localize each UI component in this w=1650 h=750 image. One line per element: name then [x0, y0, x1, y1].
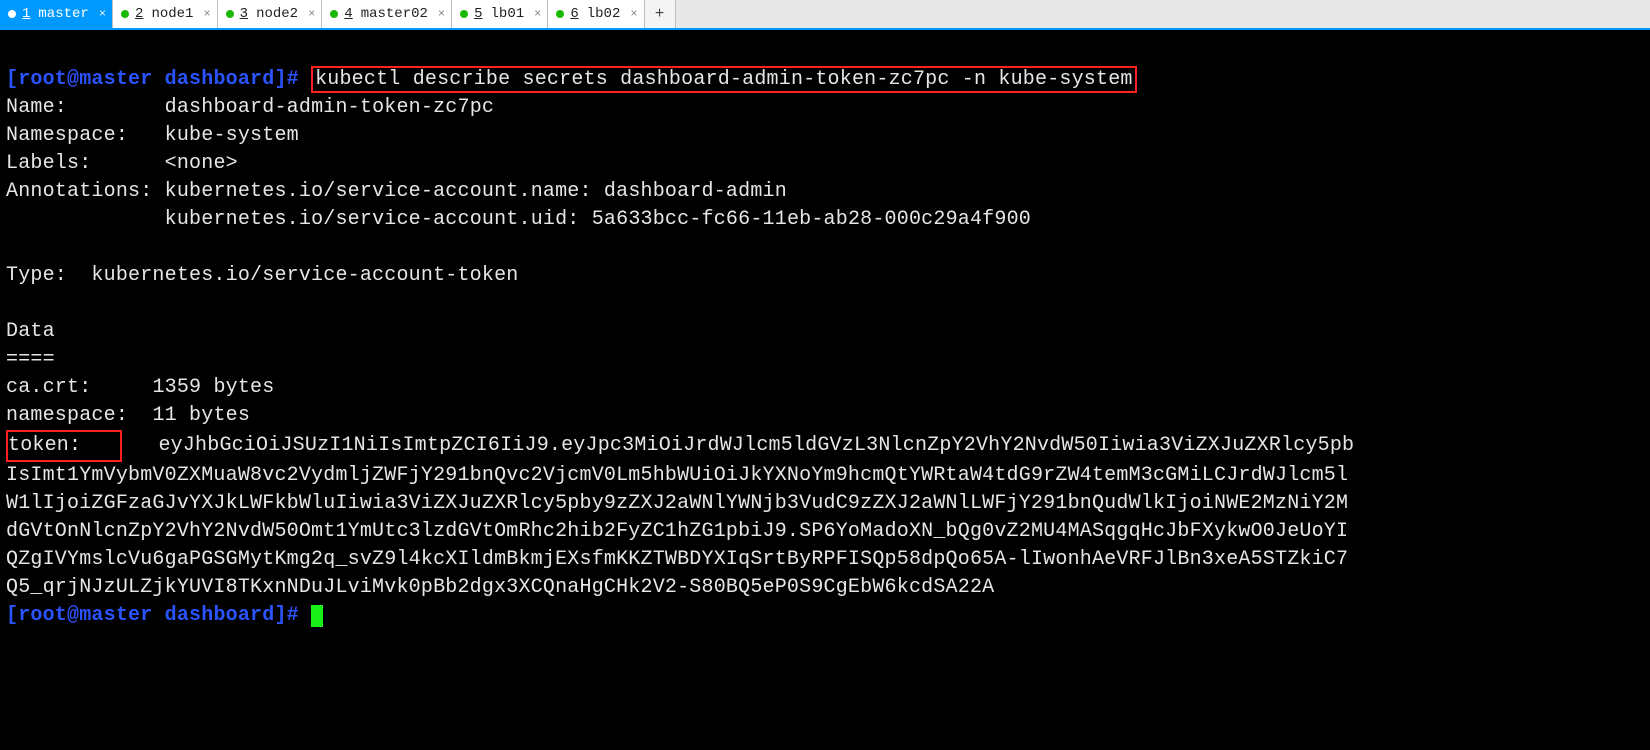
close-icon[interactable]: ×	[438, 7, 445, 21]
status-dot-icon	[8, 10, 16, 18]
status-dot-icon	[226, 10, 234, 18]
tab-node2[interactable]: 3 node2 ×	[218, 0, 323, 28]
add-tab-button[interactable]: +	[645, 0, 676, 28]
close-icon[interactable]: ×	[534, 7, 541, 21]
prompt-close: ]	[274, 68, 286, 91]
output-namespace-label: Namespace:	[6, 124, 165, 147]
status-dot-icon	[330, 10, 338, 18]
output-name-value: dashboard-admin-token-zc7pc	[165, 96, 494, 119]
tab-master[interactable]: 1 master ×	[0, 0, 113, 28]
tab-lb02[interactable]: 6 lb02 ×	[548, 0, 644, 28]
prompt-user-host: root@master	[18, 68, 152, 91]
output-data-bar: ====	[6, 348, 55, 371]
highlight-token: token:	[6, 430, 122, 462]
output-token-label: token:	[8, 434, 118, 457]
tab-label: node2	[256, 6, 298, 22]
output-namespace-value: kube-system	[165, 124, 299, 147]
close-icon[interactable]: ×	[203, 7, 210, 21]
output-data-header: Data	[6, 320, 55, 343]
output-name-label: Name:	[6, 96, 165, 119]
tab-label: lb02	[587, 6, 621, 22]
output-token-line: Q5_qrjNJzULZjkYUVI8TKxnNDuJLviMvk0pBb2dg…	[6, 576, 994, 599]
tab-bar: 1 master × 2 node1 × 3 node2 × 4 master0…	[0, 0, 1650, 30]
highlight-command: kubectl describe secrets dashboard-admin…	[311, 66, 1137, 93]
output-token-line: eyJhbGciOiJSUzI1NiIsImtpZCI6IiJ9.eyJpc3M…	[158, 434, 1354, 457]
command-text: kubectl describe secrets dashboard-admin…	[315, 68, 1133, 91]
prompt-open: [	[6, 68, 18, 91]
tab-master02[interactable]: 4 master02 ×	[322, 0, 452, 28]
terminal[interactable]: [root@master dashboard]# kubectl describ…	[0, 30, 1650, 638]
output-namespace-bytes-label: namespace:	[6, 404, 152, 427]
close-icon[interactable]: ×	[308, 7, 315, 21]
output-token-line: dGVtOnNlcnZpY2VhY2NvdW50Omt1YmUtc3lzdGVt…	[6, 520, 1348, 543]
tab-label: node1	[151, 6, 193, 22]
tab-number: 2	[135, 6, 145, 22]
tab-number: 1	[22, 6, 32, 22]
tab-number: 5	[474, 6, 484, 22]
status-dot-icon	[556, 10, 564, 18]
tab-number: 3	[240, 6, 250, 22]
output-annotation-2: kubernetes.io/service-account.uid: 5a633…	[165, 208, 1031, 231]
tab-number: 6	[570, 6, 580, 22]
output-labels-value: <none>	[165, 152, 238, 175]
output-namespace-bytes-value: 11 bytes	[152, 404, 250, 427]
output-token-line: IsImt1YmVybmV0ZXMuaW8vc2VydmljZWFjY291bn…	[6, 464, 1348, 487]
tab-label: master	[38, 6, 88, 22]
output-type: Type: kubernetes.io/service-account-toke…	[6, 264, 518, 287]
output-cacrt-label: ca.crt:	[6, 376, 152, 399]
output-annotations-label: Annotations:	[6, 180, 165, 203]
close-icon[interactable]: ×	[630, 7, 637, 21]
output-annotation-1: kubernetes.io/service-account.name: dash…	[165, 180, 787, 203]
prompt-hash: #	[287, 68, 299, 91]
tab-label: lb01	[491, 6, 525, 22]
output-cacrt-value: 1359 bytes	[152, 376, 274, 399]
output-labels-label: Labels:	[6, 152, 165, 175]
status-dot-icon	[121, 10, 129, 18]
output-token-line: QZgIVYmslcVu6gaPGSGMytKmg2q_svZ9l4kcXIld…	[6, 548, 1348, 571]
tab-number: 4	[344, 6, 354, 22]
cursor-icon	[311, 605, 323, 627]
prompt-path: dashboard	[165, 68, 275, 91]
tab-lb01[interactable]: 5 lb01 ×	[452, 0, 548, 28]
output-token-line: W1lIjoiZGFzaGJvYXJkLWFkbWluIiwia3ViZXJuZ…	[6, 492, 1348, 515]
close-icon[interactable]: ×	[99, 7, 106, 21]
tab-label: master02	[361, 6, 428, 22]
tab-node1[interactable]: 2 node1 ×	[113, 0, 218, 28]
status-dot-icon	[460, 10, 468, 18]
